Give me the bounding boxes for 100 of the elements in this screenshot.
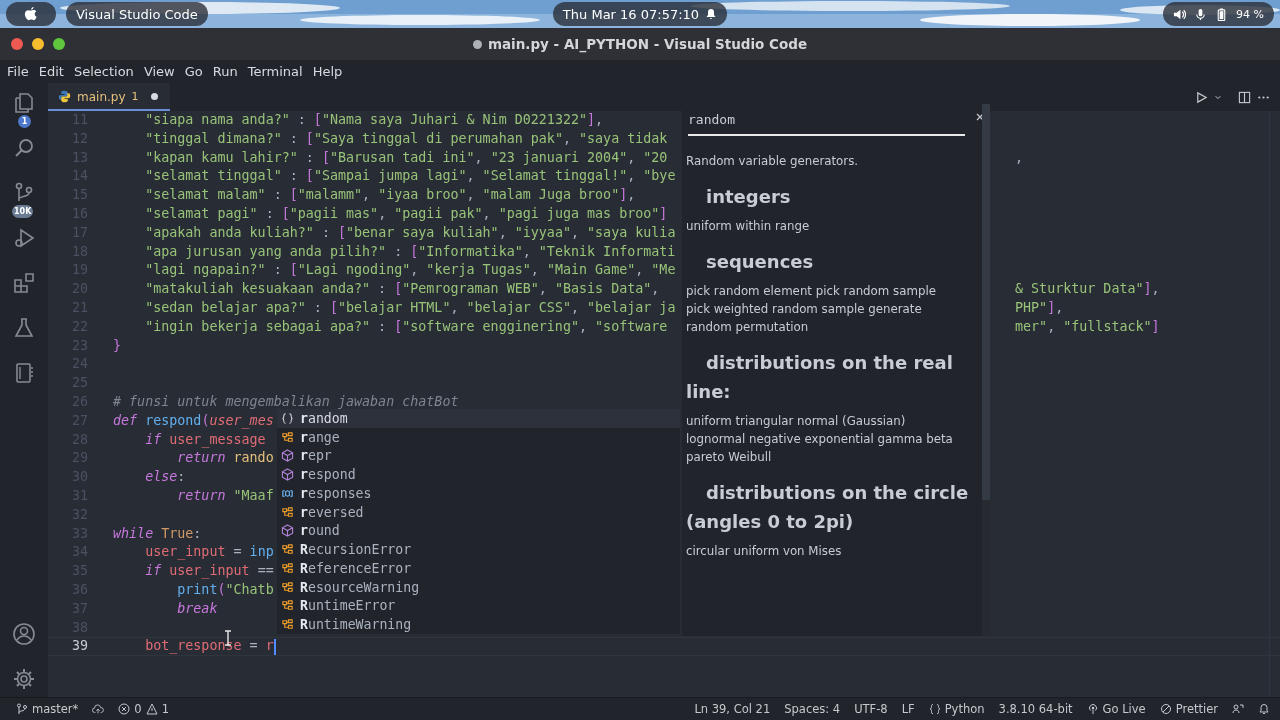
- suggestion-item[interactable]: reversed: [277, 502, 680, 522]
- doc-heading: distributions on the circle (angles 0 to 2pi): [686, 481, 970, 534]
- warning-count: 1: [161, 702, 169, 716]
- scrollbar-thumb[interactable]: [982, 104, 990, 500]
- encoding-status[interactable]: UTF-8: [854, 702, 888, 716]
- suggestion-item[interactable]: respond: [277, 465, 680, 484]
- code-line: "sedan belajar apa?" : ["belajar HTML", "belajar CSS", "belajar ja: [144, 298, 676, 317]
- code-line: user_input = inp: [144, 543, 274, 562]
- menu-item[interactable]: Run: [207, 64, 243, 79]
- suggestion-item[interactable]: RuntimeWarning: [277, 615, 680, 634]
- doc-paragraph: circular uniform von Mises: [686, 543, 843, 560]
- menu-item[interactable]: View: [138, 64, 180, 79]
- prettier-status[interactable]: Prettier: [1159, 702, 1218, 716]
- indentation-status[interactable]: Spaces: 4: [784, 702, 841, 716]
- suggestion-item[interactable]: round: [277, 521, 680, 541]
- code-line: "selamat pagi" : ["pagii mas", "pagii pak", "pagi juga mas broo"]: [144, 205, 668, 223]
- doc-paragraph: Random variable generators.: [686, 153, 860, 170]
- code-line: }: [113, 336, 122, 355]
- code-line: & Sturktur Data"],: [1015, 280, 1161, 299]
- menu-item[interactable]: Edit: [33, 64, 69, 79]
- run-icon[interactable]: [1195, 90, 1208, 104]
- suggestion-item[interactable]: RecursionError: [277, 540, 680, 559]
- minimize-window-button[interactable]: [32, 38, 44, 50]
- code-line: "lagi ngapain?" : ["Lagi ngoding", "kerja Tugas", "Main Game", "Me: [144, 261, 676, 280]
- class-icon: [281, 543, 294, 557]
- menu-item[interactable]: Help: [307, 64, 348, 79]
- go-live-label: Go Live: [1102, 702, 1146, 716]
- suggestion-item[interactable]: ReferenceError: [277, 559, 680, 578]
- caret-icon[interactable]: [1214, 93, 1222, 101]
- suggestion-item[interactable]: range: [277, 427, 680, 447]
- cloud-upload-icon[interactable]: [92, 703, 105, 715]
- doc-paragraph: uniform within range: [686, 218, 811, 235]
- notification-badge: 10K: [12, 205, 34, 218]
- code-line: bot_response = r: [144, 638, 274, 656]
- suggestion-item[interactable]: RuntimeError: [277, 596, 680, 616]
- app-menu-button[interactable]: Visual Studio Code: [66, 2, 208, 26]
- class-icon: [281, 430, 294, 444]
- error-icon: [118, 703, 131, 715]
- code-line: "kapan kamu lahir?" : ["Barusan tadi ini", "23 januari 2004", "20: [144, 148, 668, 167]
- flask-icon[interactable]: [12, 316, 36, 340]
- run-debug-icon[interactable]: [12, 226, 36, 250]
- go-live-button[interactable]: Go Live: [1086, 702, 1146, 716]
- suggestion-item[interactable]: repr: [277, 446, 680, 466]
- microphone-icon: [1194, 7, 1208, 21]
- code-line: PHP"],: [1015, 298, 1065, 317]
- branch-icon: [16, 703, 28, 715]
- clock-button[interactable]: Thu Mar 16 07:57:10: [552, 2, 728, 26]
- code-line: "selamat malam" : ["malamm", "iyaa broo", "malam Juga broo"],: [144, 186, 636, 205]
- prohibited-icon: [1159, 703, 1172, 715]
- class-icon: [281, 618, 294, 632]
- doc-paragraph: uniform triangular normal (Gaussian) lognormal negative exponential gamma beta pareto Weibull: [686, 413, 954, 466]
- files-icon[interactable]: [12, 91, 36, 115]
- settings-icon[interactable]: [12, 667, 36, 691]
- cursor-position[interactable]: Ln 39, Col 21: [694, 702, 771, 716]
- editor-tab[interactable]: main.py 1: [48, 83, 170, 111]
- cube-icon: [281, 524, 294, 538]
- volume-icon: [1173, 7, 1187, 21]
- notification-badge: 1: [18, 115, 31, 128]
- code-line: "apakah anda kuliah?" : ["benar saya kuliah", "iyyaa", "saya kulia: [144, 223, 676, 242]
- language-name: Python: [944, 702, 985, 716]
- suggestion-item[interactable]: random: [277, 409, 680, 428]
- problems-status[interactable]: 0 1: [118, 702, 169, 716]
- activities-button[interactable]: [6, 2, 56, 26]
- code-line: if user_message: [144, 430, 266, 450]
- code-line: break: [176, 599, 218, 618]
- code-line: "siapa nama anda?" : ["Nama saya Juhari & Nim D0221322"],: [144, 111, 604, 129]
- problem-count: 1: [131, 90, 139, 103]
- interpreter-status[interactable]: 3.8.10 64-bit: [998, 702, 1073, 716]
- suggestion-item[interactable]: ResourceWarning: [277, 577, 680, 597]
- line-ending-status[interactable]: LF: [901, 702, 915, 716]
- code-line: return rando: [176, 449, 274, 468]
- battery-percent: 94 %: [1236, 7, 1264, 21]
- menu-item[interactable]: Go: [179, 64, 208, 79]
- close-window-button[interactable]: [11, 38, 23, 50]
- suggestion-item[interactable]: responses: [277, 484, 680, 503]
- cube-icon: [281, 468, 294, 482]
- split-editor-icon[interactable]: [1238, 90, 1251, 104]
- feedback-icon[interactable]: [1232, 703, 1244, 715]
- menu-item[interactable]: Terminal: [242, 64, 308, 79]
- notifications-icon[interactable]: [1258, 703, 1270, 715]
- code-line: "selamat tinggal" : ["Sampai jumpa lagi", "Selamat tinggal!", "bye: [144, 167, 676, 186]
- code-line: "matakuliah kesuakaan anda?" : ["Pemrograman WEB", "Basis Data",: [144, 280, 661, 299]
- code-line: else:: [144, 468, 186, 487]
- menu-item[interactable]: File: [2, 64, 34, 79]
- language-status[interactable]: Python: [928, 702, 985, 716]
- bell-icon: [705, 8, 718, 20]
- menu-item[interactable]: Selection: [68, 64, 139, 79]
- maximize-window-button[interactable]: [53, 38, 65, 50]
- cube-icon: [281, 449, 294, 463]
- branch-status[interactable]: master*: [16, 702, 79, 716]
- doc-paragraph: pick random element pick random sample pick weighted random sample generate random permutation: [686, 283, 937, 336]
- code-line: while True:: [113, 524, 202, 543]
- system-menu-button[interactable]: 94 %: [1163, 2, 1274, 26]
- code-line: "ingin bekerja sebagai apa?" : ["software engginering", "software: [144, 317, 668, 336]
- clock-text: Thu Mar 16 07:57:10: [562, 6, 700, 22]
- account-icon[interactable]: [12, 622, 36, 646]
- error-count: 0: [134, 702, 142, 716]
- doc-heading: distributions on the real line:: [686, 351, 954, 404]
- extensions-icon[interactable]: [12, 271, 36, 295]
- braces-icon: [928, 703, 941, 715]
